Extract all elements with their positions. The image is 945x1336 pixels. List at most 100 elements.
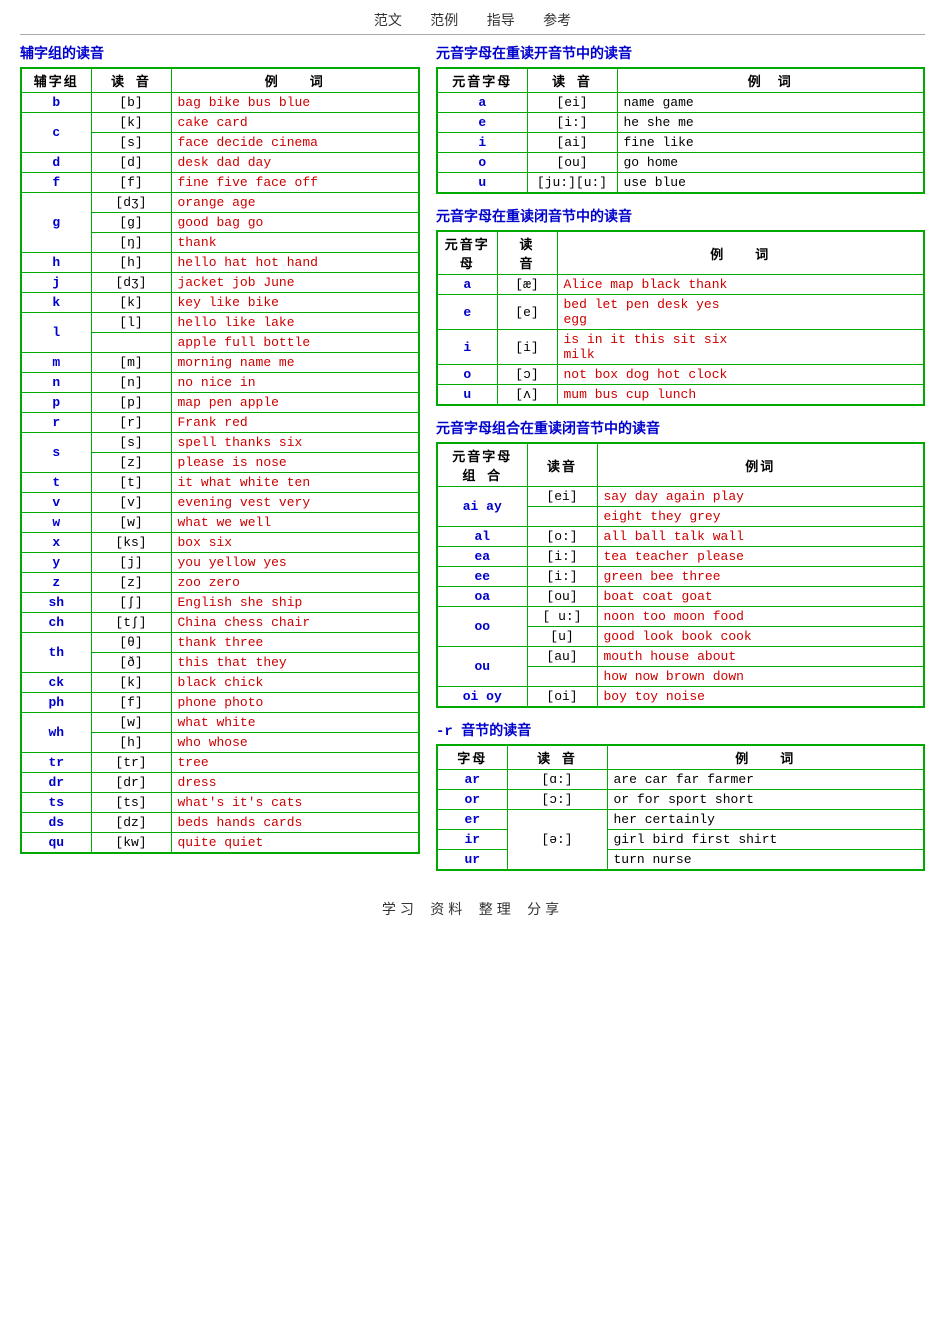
letter-cell: k	[21, 293, 91, 313]
table-row: t [t] it what white ten	[21, 473, 419, 493]
example-cell: boat coat goat	[597, 587, 924, 607]
open-table: 元音字母 读 音 例 词 a [ei] name game e [i:] he …	[436, 67, 925, 194]
phonetic-cell: [z]	[91, 573, 171, 593]
example-cell: good bag go	[171, 213, 419, 233]
example-cell: box six	[171, 533, 419, 553]
nav-item-3[interactable]: 指导	[487, 14, 515, 30]
letter-cell: a	[437, 93, 527, 113]
example-cell: thank three	[171, 633, 419, 653]
example-cell: mouth house about	[597, 647, 924, 667]
closed-col-h2: 读音	[497, 231, 557, 275]
phonetic-cell: [ai]	[527, 133, 617, 153]
open-col-h3: 例 词	[617, 68, 924, 93]
example-cell: morning name me	[171, 353, 419, 373]
phonetic-cell: [ɔ:]	[507, 790, 607, 810]
letter-cell: er	[437, 810, 507, 830]
table-row: th [θ] thank three	[21, 633, 419, 653]
letter-cell: y	[21, 553, 91, 573]
r-table: 字母 读 音 例 词 ar [ɑ:] are car far farmer or…	[436, 744, 925, 871]
phonetic-cell: [r]	[91, 413, 171, 433]
example-cell: apple full bottle	[171, 333, 419, 353]
example-cell: good look book cook	[597, 627, 924, 647]
example-cell: phone photo	[171, 693, 419, 713]
phonetic-cell: [ə:]	[507, 810, 607, 871]
example-cell: go home	[617, 153, 924, 173]
closed-col-h1: 元音字母	[437, 231, 497, 275]
phonetic-cell: [ts]	[91, 793, 171, 813]
table-row: ts [ts] what's it's cats	[21, 793, 419, 813]
table-row: d [d] desk dad day	[21, 153, 419, 173]
phonetic-cell: [s]	[91, 433, 171, 453]
table-row: a [ei] name game	[437, 93, 924, 113]
example-cell: all ball talk wall	[597, 527, 924, 547]
table-row: oa [ou] boat coat goat	[437, 587, 924, 607]
example-cell: thank	[171, 233, 419, 253]
example-cell: what's it's cats	[171, 793, 419, 813]
letter-cell: ph	[21, 693, 91, 713]
closed-table: 元音字母 读音 例 词 a [æ] Alice map black thank …	[436, 230, 925, 406]
phonetic-cell: [kw]	[91, 833, 171, 854]
letter-cell: m	[21, 353, 91, 373]
example-cell: desk dad day	[171, 153, 419, 173]
phonetic-cell: [ks]	[91, 533, 171, 553]
closed-section-title: 元音字母在重读闭音节中的读音	[436, 206, 925, 226]
letter-cell: c	[21, 113, 91, 153]
letter-cell: u	[437, 385, 497, 406]
example-cell: eight they grey	[597, 507, 924, 527]
letter-cell: w	[21, 513, 91, 533]
table-row: ck [k] black chick	[21, 673, 419, 693]
phonetic-cell: [i]	[497, 330, 557, 365]
phonetic-cell: [e]	[497, 295, 557, 330]
open-col-h1: 元音字母	[437, 68, 527, 93]
example-cell: China chess chair	[171, 613, 419, 633]
example-cell: key like bike	[171, 293, 419, 313]
phonetic-cell: [θ]	[91, 633, 171, 653]
letter-cell: e	[437, 113, 527, 133]
table-row: e [i:] he she me	[437, 113, 924, 133]
example-cell: hello hat hot hand	[171, 253, 419, 273]
combo-section-title: 元音字母组合在重读闭音节中的读音	[436, 418, 925, 438]
letter-cell: x	[21, 533, 91, 553]
r-section-title: -r 音节的读音	[436, 720, 925, 740]
nav-item-2[interactable]: 范例	[430, 14, 458, 30]
example-cell: not box dog hot clock	[557, 365, 924, 385]
example-cell: tea teacher please	[597, 547, 924, 567]
example-cell: zoo zero	[171, 573, 419, 593]
table-row: a [æ] Alice map black thank	[437, 275, 924, 295]
letter-cell: ch	[21, 613, 91, 633]
example-cell: map pen apple	[171, 393, 419, 413]
table-row: e [e] bed let pen desk yesegg	[437, 295, 924, 330]
nav-item-4[interactable]: 参考	[543, 14, 571, 30]
letter-cell: sh	[21, 593, 91, 613]
letter-cell: ts	[21, 793, 91, 813]
example-cell: dress	[171, 773, 419, 793]
letter-cell: ur	[437, 850, 507, 871]
table-row: k [k] key like bike	[21, 293, 419, 313]
table-row: r [r] Frank red	[21, 413, 419, 433]
phonetic-cell: [ɑ:]	[507, 770, 607, 790]
nav-item-1[interactable]: 范文	[374, 14, 402, 30]
table-row: i [i] is in it this sit sixmilk	[437, 330, 924, 365]
letter-cell: ai ay	[437, 487, 527, 527]
phonetic-cell: [n]	[91, 373, 171, 393]
left-col-header-3: 例 词	[171, 68, 419, 93]
phonetic-cell: [dʒ]	[91, 193, 171, 213]
letter-cell: oi oy	[437, 687, 527, 708]
example-cell: girl bird first shirt	[607, 830, 924, 850]
letter-cell: g	[21, 193, 91, 253]
example-cell: no nice in	[171, 373, 419, 393]
example-cell: Frank red	[171, 413, 419, 433]
letter-cell: h	[21, 253, 91, 273]
example-cell: bed let pen desk yesegg	[557, 295, 924, 330]
example-cell: jacket job June	[171, 273, 419, 293]
letter-cell: oo	[437, 607, 527, 647]
table-row: p [p] map pen apple	[21, 393, 419, 413]
left-col-header-1: 辅字组	[21, 68, 91, 93]
example-cell: green bee three	[597, 567, 924, 587]
phonetic-cell: [g]	[91, 213, 171, 233]
table-row: oi oy [oi] boy toy noise	[437, 687, 924, 708]
phonetic-cell: [p]	[91, 393, 171, 413]
phonetic-cell: [b]	[91, 93, 171, 113]
table-row: x [ks] box six	[21, 533, 419, 553]
phonetic-cell: [t]	[91, 473, 171, 493]
